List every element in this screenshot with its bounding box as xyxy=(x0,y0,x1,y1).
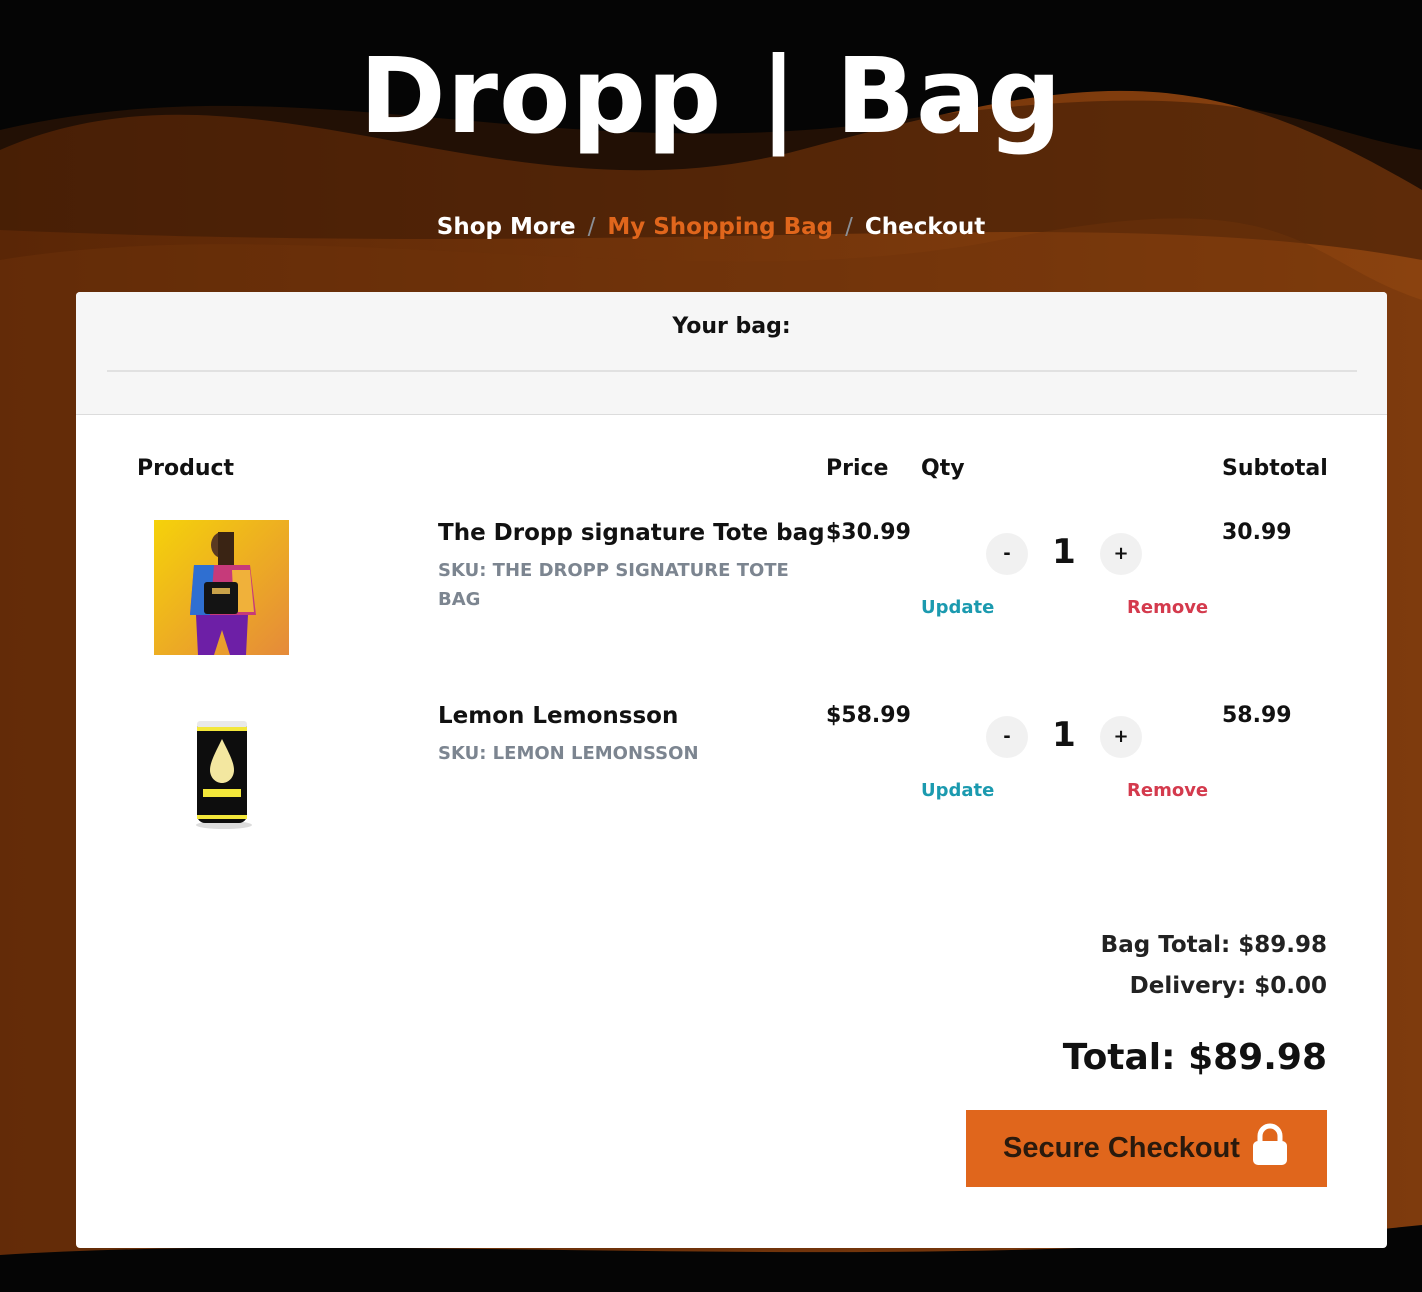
bag-card: Your bag: Product Price Qty Subtotal The… xyxy=(76,292,1387,1248)
quantity-value: 1 xyxy=(1052,532,1076,572)
product-name[interactable]: Lemon Lemonsson xyxy=(438,703,678,729)
breadcrumb-checkout[interactable]: Checkout xyxy=(865,214,985,240)
lock-icon xyxy=(1250,1123,1290,1175)
column-header-product: Product xyxy=(137,456,235,481)
product-sku: SKU: LEMON LEMONSSON xyxy=(438,743,699,764)
decrement-button[interactable]: - xyxy=(986,533,1028,575)
remove-link[interactable]: Remove xyxy=(1127,780,1208,801)
product-price: $58.99 xyxy=(826,703,911,728)
product-sku: SKU: THE DROPP SIGNATURE TOTE BAG xyxy=(438,560,789,610)
table-row: Lemon Lemonsson SKU: LEMON LEMONSSON $58… xyxy=(76,703,1387,863)
breadcrumb-separator: / xyxy=(587,214,596,240)
table-row: The Dropp signature Tote bag SKU: THE DR… xyxy=(76,520,1387,680)
bag-total: Bag Total: $89.98 xyxy=(1100,932,1327,958)
divider xyxy=(107,370,1357,372)
row-subtotal: 58.99 xyxy=(1222,703,1292,728)
delivery-cost: Delivery: $0.00 xyxy=(1129,973,1327,999)
breadcrumb-separator: / xyxy=(845,214,853,240)
page-title: Dropp | Bag xyxy=(359,35,1063,157)
product-image-lemon-can[interactable] xyxy=(154,703,289,838)
decrement-button[interactable]: - xyxy=(986,716,1028,758)
update-link[interactable]: Update xyxy=(921,780,994,801)
bag-heading: Your bag: xyxy=(672,314,791,339)
secure-checkout-label: Secure Checkout xyxy=(1003,1132,1240,1164)
product-price: $30.99 xyxy=(826,520,911,545)
column-header-qty: Qty xyxy=(921,456,965,481)
breadcrumb-my-shopping-bag[interactable]: My Shopping Bag xyxy=(607,214,833,240)
column-header-price: Price xyxy=(826,456,889,481)
product-image-tote-bag[interactable] xyxy=(154,520,289,655)
quantity-value: 1 xyxy=(1052,715,1076,755)
grand-total: Total: $89.98 xyxy=(1062,1037,1327,1078)
row-subtotal: 30.99 xyxy=(1222,520,1292,545)
breadcrumb: Shop More / My Shopping Bag / Checkout xyxy=(0,214,1422,240)
update-link[interactable]: Update xyxy=(921,597,994,618)
column-header-subtotal: Subtotal xyxy=(1222,456,1328,481)
product-name[interactable]: The Dropp signature Tote bag xyxy=(438,520,825,546)
remove-link[interactable]: Remove xyxy=(1127,597,1208,618)
secure-checkout-button[interactable]: Secure Checkout xyxy=(966,1110,1327,1187)
increment-button[interactable]: + xyxy=(1100,716,1142,758)
increment-button[interactable]: + xyxy=(1100,533,1142,575)
bag-card-header: Your bag: xyxy=(76,292,1387,415)
breadcrumb-shop-more[interactable]: Shop More xyxy=(437,214,576,240)
